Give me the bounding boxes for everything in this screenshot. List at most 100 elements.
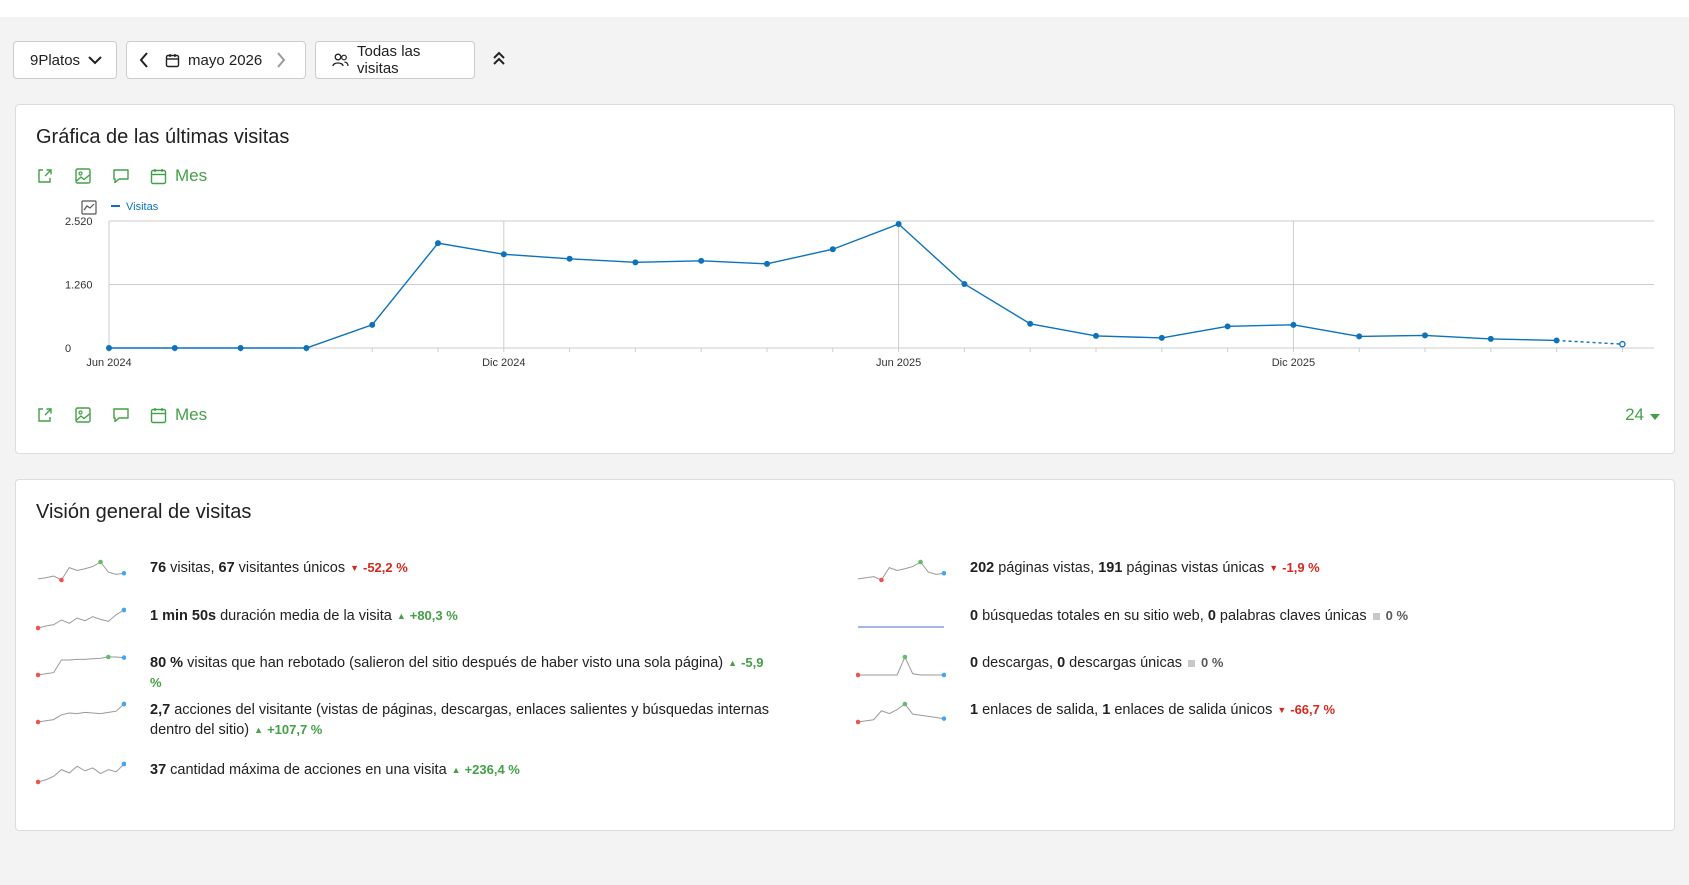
data-point[interactable] bbox=[1553, 337, 1560, 344]
metric-change: -66,7 % bbox=[1290, 702, 1336, 717]
chevron-left-icon[interactable] bbox=[139, 52, 149, 68]
arrow-down-icon: ▼ bbox=[1269, 563, 1279, 574]
sparkline-min-dot bbox=[879, 577, 884, 583]
overview-text: 1 enlaces de salida, 1 enlaces de salida… bbox=[970, 700, 1335, 720]
data-point[interactable] bbox=[1356, 333, 1363, 340]
sparkline-last-dot bbox=[941, 716, 946, 721]
metric-value: 1 bbox=[970, 702, 979, 718]
sparkline bbox=[36, 701, 126, 725]
site-name: 9Platos bbox=[30, 51, 81, 69]
overview-text: 37 cantidad máxima de acciones en una vi… bbox=[150, 760, 520, 780]
overview-row: 37 cantidad máxima de acciones en una vi… bbox=[36, 760, 776, 786]
metric-label: páginas vistas únicas bbox=[1122, 560, 1265, 576]
caret-down-icon bbox=[1650, 405, 1660, 425]
site-selector[interactable]: 9Platos bbox=[13, 41, 117, 79]
sparkline-wrap[interactable] bbox=[36, 760, 138, 786]
metric-value: 67 bbox=[218, 560, 235, 576]
chevron-right-icon[interactable] bbox=[276, 52, 286, 68]
metric-label: páginas vistas, bbox=[994, 560, 1099, 576]
sparkline bbox=[858, 626, 944, 628]
arrow-up-icon: ▲ bbox=[396, 611, 406, 622]
metric-label: acciones del visitante (vistas de página… bbox=[150, 702, 770, 738]
data-point[interactable] bbox=[895, 221, 902, 228]
sparkline-max-dot bbox=[106, 654, 111, 660]
sparkline-wrap[interactable] bbox=[856, 653, 958, 679]
sparkline-wrap[interactable] bbox=[36, 700, 138, 726]
double-chevron-up-icon bbox=[492, 50, 506, 71]
data-point[interactable] bbox=[1027, 320, 1034, 327]
data-point[interactable] bbox=[1224, 323, 1231, 330]
annotation-icon[interactable] bbox=[112, 406, 130, 424]
card-title: Visión general de visitas bbox=[36, 501, 252, 523]
data-point[interactable] bbox=[500, 251, 507, 258]
sparkline-last-dot bbox=[121, 655, 126, 660]
overview-row: 0 búsquedas totales en su sitio web, 0 p… bbox=[856, 606, 1636, 632]
metric-change: -52,2 % bbox=[363, 560, 408, 575]
data-point[interactable] bbox=[1422, 332, 1428, 339]
data-point[interactable] bbox=[566, 255, 573, 262]
sparkline-wrap[interactable] bbox=[856, 700, 958, 726]
overview-row: 2,7 acciones del visitante (vistas de pá… bbox=[36, 700, 776, 740]
data-point[interactable] bbox=[171, 345, 178, 351]
sparkline-wrap[interactable] bbox=[36, 653, 138, 679]
calendar-icon bbox=[150, 168, 167, 185]
data-point[interactable] bbox=[1158, 334, 1165, 341]
metric-value: 37 bbox=[150, 762, 167, 778]
sparkline bbox=[36, 761, 126, 785]
metric-value: 76 bbox=[150, 560, 167, 576]
sparkline-min-dot bbox=[59, 577, 64, 583]
legend-label[interactable]: Visitas bbox=[126, 201, 159, 213]
sparkline-wrap[interactable] bbox=[36, 606, 138, 632]
metric-value: 0 bbox=[970, 608, 979, 624]
data-point[interactable] bbox=[829, 246, 836, 253]
chart-type-icon[interactable] bbox=[81, 200, 97, 215]
calendar-icon bbox=[150, 407, 167, 424]
data-point[interactable] bbox=[698, 257, 705, 264]
image-icon[interactable] bbox=[74, 167, 92, 185]
period-picker[interactable]: Mes bbox=[150, 166, 207, 186]
calendar-icon bbox=[165, 53, 180, 68]
data-point[interactable] bbox=[1093, 332, 1099, 339]
y-tick-label: 0 bbox=[65, 343, 71, 355]
collapse-toolbar-button[interactable] bbox=[484, 41, 514, 79]
metric-change: +236,4 % bbox=[464, 762, 520, 777]
data-point[interactable] bbox=[106, 345, 112, 351]
export-icon[interactable] bbox=[36, 406, 54, 424]
limit-selector[interactable]: 24 bbox=[1625, 405, 1660, 425]
evolution-graph-card: Gráfica de las últimas visitas Mes Visit… bbox=[15, 104, 1675, 454]
data-point[interactable] bbox=[237, 345, 244, 351]
image-icon[interactable] bbox=[74, 406, 92, 424]
sparkline-last-dot bbox=[941, 672, 946, 678]
data-point[interactable] bbox=[303, 345, 310, 351]
data-point[interactable] bbox=[764, 260, 770, 267]
y-tick-label: 1.260 bbox=[65, 280, 93, 292]
sparkline-path bbox=[37, 703, 125, 723]
period-selector[interactable]: mayo 2026 bbox=[126, 41, 306, 79]
data-point[interactable] bbox=[1290, 321, 1297, 328]
overview-row: 1 min 50s duración media de la visita ▲ +8… bbox=[36, 606, 776, 632]
annotation-icon[interactable] bbox=[112, 167, 130, 185]
sparkline-wrap[interactable] bbox=[36, 558, 138, 584]
no-change-icon bbox=[1188, 659, 1196, 667]
overview-text: 2,7 acciones del visitante (vistas de pá… bbox=[150, 700, 776, 740]
segment-selector[interactable]: Todas las visitas bbox=[315, 41, 475, 79]
sparkline-max-dot bbox=[918, 559, 923, 565]
metric-change: +107,7 % bbox=[267, 722, 323, 737]
period-picker[interactable]: Mes bbox=[150, 405, 207, 425]
data-point[interactable] bbox=[1487, 335, 1494, 342]
sparkline-wrap[interactable] bbox=[856, 606, 958, 632]
sparkline-last-dot bbox=[121, 607, 126, 613]
data-point[interactable] bbox=[632, 259, 639, 266]
data-point[interactable] bbox=[369, 321, 376, 328]
data-point[interactable] bbox=[1619, 340, 1626, 348]
export-icon[interactable] bbox=[36, 167, 54, 185]
overview-text: 202 páginas vistas, 191 páginas vistas ú… bbox=[970, 558, 1320, 578]
metric-value: 80 % bbox=[150, 655, 184, 671]
data-point[interactable] bbox=[435, 240, 441, 247]
sparkline-max-dot bbox=[98, 559, 103, 565]
sparkline-wrap[interactable] bbox=[856, 558, 958, 584]
overview-row: 0 descargas, 0 descargas únicas 0 % bbox=[856, 653, 1636, 679]
arrow-down-icon: ▼ bbox=[1277, 705, 1287, 716]
data-point[interactable] bbox=[961, 280, 968, 287]
x-tick-label: Jun 2025 bbox=[876, 357, 921, 369]
